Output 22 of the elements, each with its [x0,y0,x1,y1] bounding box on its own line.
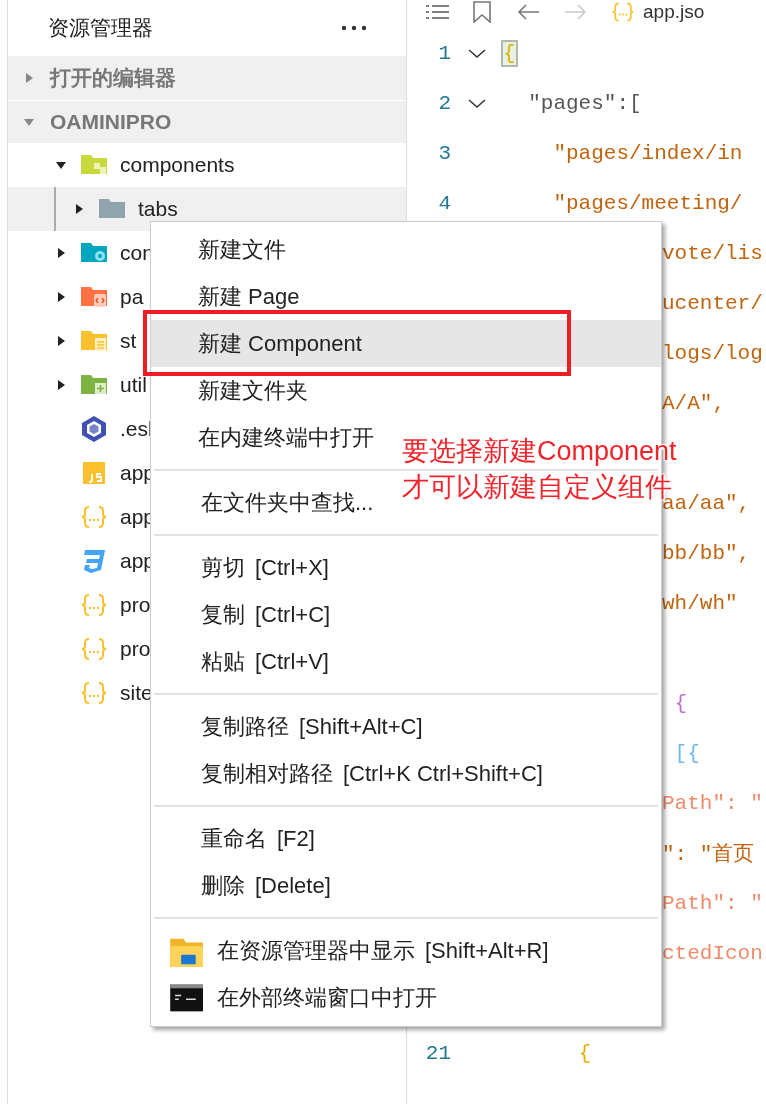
code-line: [{ [673,741,700,765]
code-line: "pages":[ [527,91,642,115]
code-line: Path": " [661,891,763,915]
code-line: wh/wh" [661,591,738,615]
code-line: ucenter/ [661,291,763,315]
line-number: 1 [437,41,451,65]
line-number: 4 [437,191,451,215]
code-line: logs/log [661,341,763,365]
line-number: 2 [437,91,451,115]
code-line: { [577,1041,592,1065]
code-line: vote/lis [661,241,763,265]
code-line: "pages/index/in [552,141,743,165]
code-line: ": "首页 [661,842,755,867]
panel-title: 资源管理器 [48,14,153,41]
annotation-text: 要选择新建Component [402,435,677,468]
code-line: Path": " [661,791,763,815]
code-line: bb/bb", [661,541,751,565]
line-number: 3 [437,141,451,165]
code-line: A/A", [661,391,725,415]
line-number: 21 [424,1041,451,1065]
code-line: { [673,691,688,715]
code-line: "pages/meeting/ [552,191,743,215]
